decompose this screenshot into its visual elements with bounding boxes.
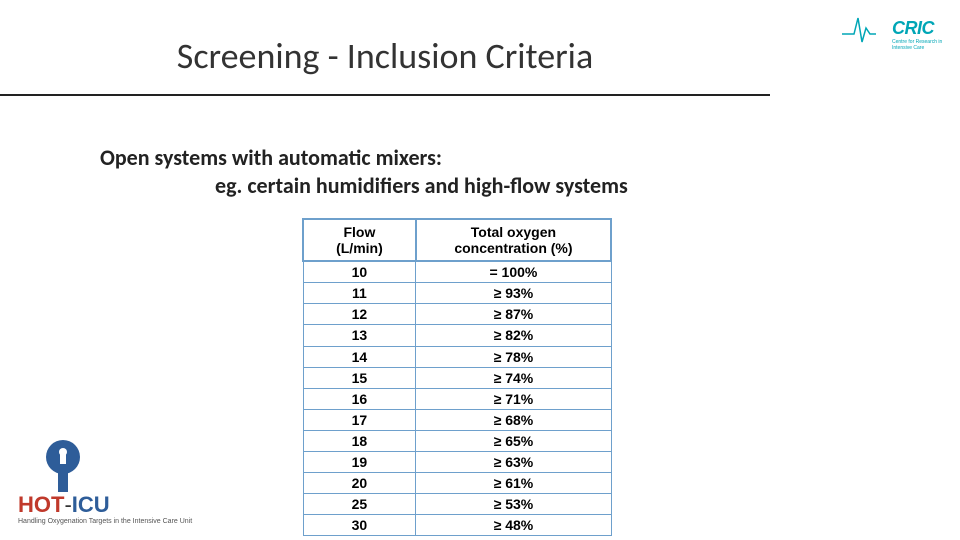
conc-cell: = 100% <box>416 261 611 283</box>
table-row: 20≥ 61% <box>303 473 611 494</box>
table-row: 11≥ 93% <box>303 283 611 304</box>
key-icon <box>43 440 83 495</box>
flow-cell: 14 <box>303 346 416 367</box>
hoticu-icu: ICU <box>72 492 110 517</box>
table-row: 25≥ 53% <box>303 494 611 515</box>
flow-cell: 19 <box>303 452 416 473</box>
flow-h2: (L/min) <box>336 240 383 256</box>
table-row: 16≥ 71% <box>303 388 611 409</box>
flow-cell: 13 <box>303 325 416 346</box>
hoticu-subtext: Handling Oxygenation Targets in the Inte… <box>18 518 192 525</box>
table-row: 15≥ 74% <box>303 367 611 388</box>
table-row: 18≥ 65% <box>303 430 611 451</box>
hoticu-dash: - <box>64 492 71 517</box>
hoticu-logo: HOT-ICU Handling Oxygenation Targets in … <box>18 440 208 530</box>
col-conc-header: Total oxygen concentration (%) <box>416 219 611 261</box>
table-row: 19≥ 63% <box>303 452 611 473</box>
flow-cell: 16 <box>303 388 416 409</box>
flow-cell: 15 <box>303 367 416 388</box>
conc-cell: ≥ 63% <box>416 452 611 473</box>
conc-cell: ≥ 61% <box>416 473 611 494</box>
cric-logo: CRIC Centre for Research in Intensive Ca… <box>842 6 952 52</box>
table-row: 30≥ 48% <box>303 515 611 536</box>
conc-cell: ≥ 53% <box>416 494 611 515</box>
table-row: 17≥ 68% <box>303 409 611 430</box>
cric-subtext: Centre for Research in Intensive Care <box>892 39 952 51</box>
flow-cell: 25 <box>303 494 416 515</box>
conc-h2: concentration (%) <box>454 240 572 256</box>
conc-cell: ≥ 78% <box>416 346 611 367</box>
conc-cell: ≥ 71% <box>416 388 611 409</box>
flow-cell: 17 <box>303 409 416 430</box>
col-flow-header: Flow (L/min) <box>303 219 416 261</box>
conc-cell: ≥ 65% <box>416 430 611 451</box>
flow-cell: 30 <box>303 515 416 536</box>
flow-cell: 12 <box>303 304 416 325</box>
body-text: Open systems with automatic mixers: eg. … <box>100 144 800 199</box>
flow-concentration-table: Flow (L/min) Total oxygen concentration … <box>302 218 612 540</box>
conc-cell: ≥ 48% <box>416 515 611 536</box>
conc-cell: ≥ 87% <box>416 304 611 325</box>
body-line2: eg. certain humidifiers and high-flow sy… <box>215 172 800 200</box>
conc-cell: ≥ 68% <box>416 409 611 430</box>
table-row: 12≥ 87% <box>303 304 611 325</box>
table-row: 10= 100% <box>303 261 611 283</box>
conc-cell: ≥ 93% <box>416 283 611 304</box>
body-line1: Open systems with automatic mixers: <box>100 144 442 171</box>
slide-title: Screening - Inclusion Criteria <box>0 34 770 78</box>
table-row: 13≥ 82% <box>303 325 611 346</box>
flow-cell: 20 <box>303 473 416 494</box>
flow-cell: 18 <box>303 430 416 451</box>
table-row: 14≥ 78% <box>303 346 611 367</box>
flow-cell: 10 <box>303 261 416 283</box>
hoticu-hot: HOT <box>18 492 64 517</box>
flow-h1: Flow <box>343 224 375 240</box>
conc-cell: ≥ 74% <box>416 367 611 388</box>
table-header-row: Flow (L/min) Total oxygen concentration … <box>303 219 611 261</box>
conc-h1: Total oxygen <box>471 224 556 240</box>
title-divider <box>0 94 770 96</box>
ecg-icon <box>842 6 896 48</box>
hoticu-text: HOT-ICU <box>18 492 110 518</box>
flow-cell: 11 <box>303 283 416 304</box>
conc-cell: ≥ 82% <box>416 325 611 346</box>
cric-text: CRIC <box>892 18 934 39</box>
